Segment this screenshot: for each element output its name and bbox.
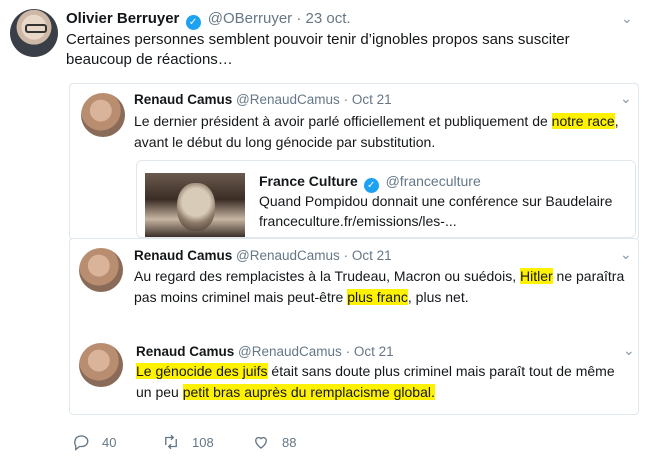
quoted-avatar[interactable] xyxy=(79,248,123,292)
quoted-text-line: avant le début du long génocide par subs… xyxy=(134,134,436,150)
quoted-text-part: Au regard des remplacistes à la Trudeau,… xyxy=(134,268,520,284)
highlighted-text: petit bras auprès du remplacisme global. xyxy=(182,384,435,400)
author-avatar[interactable] xyxy=(10,9,58,57)
reply-button[interactable]: 40 xyxy=(72,432,116,454)
author-name[interactable]: Olivier Berruyer xyxy=(66,10,179,27)
tweet-text-line: beaucoup de réactions… xyxy=(66,51,233,68)
link-card[interactable]: France Culture ✓ @franceculture Quand Po… xyxy=(136,160,636,238)
quoted-header: Renaud Camus @RenaudCamus · Oct 21 xyxy=(136,344,394,359)
quoted-date[interactable]: Oct 21 xyxy=(354,344,394,359)
like-button[interactable]: 88 xyxy=(252,432,296,454)
highlighted-text: notre race xyxy=(551,113,615,129)
quoted-text-part: , xyxy=(614,113,619,129)
author-handle[interactable]: @OBerruyer xyxy=(208,10,292,27)
retweet-count: 108 xyxy=(192,435,214,450)
reply-count: 40 xyxy=(102,435,117,450)
quoted-text-part: ne paraîtra xyxy=(552,268,625,284)
quoted-name[interactable]: Renaud Camus xyxy=(136,344,234,359)
quoted-text: Le génocide des juifs était sans doute p… xyxy=(136,361,636,403)
chevron-down-icon[interactable]: ⌄ xyxy=(620,246,632,263)
link-card-image xyxy=(145,173,245,237)
like-icon xyxy=(252,433,270,451)
quoted-text: Au regard des remplacistes à la Trudeau,… xyxy=(134,266,634,308)
like-count: 88 xyxy=(282,435,297,450)
quoted-tweets-group: Renaud Camus @RenaudCamus · Oct 21 ⌄ Au … xyxy=(69,238,639,415)
quoted-text-part: , plus net. xyxy=(407,289,469,305)
tweet-date[interactable]: 23 oct. xyxy=(306,10,351,27)
highlighted-text: Le génocide des juifs xyxy=(136,363,268,379)
quoted-text-part: un peu xyxy=(136,384,183,400)
tweet-text: Certaines personnes semblent pouvoir ten… xyxy=(66,30,586,70)
link-card-title: Quand Pompidou donnait une conférence su… xyxy=(259,193,613,209)
tweet-header: Olivier Berruyer ✓ @OBerruyer · 23 oct. xyxy=(66,9,351,30)
retweet-icon xyxy=(162,433,180,451)
link-card-name: France Culture xyxy=(259,173,358,189)
quoted-avatar[interactable] xyxy=(81,93,125,137)
highlighted-text: plus franc xyxy=(347,289,408,305)
quoted-header: Renaud Camus @RenaudCamus · Oct 21 xyxy=(134,92,392,107)
quoted-name[interactable]: Renaud Camus xyxy=(134,248,232,263)
verified-badge-icon: ✓ xyxy=(185,15,201,30)
link-card-url: franceculture.fr/emissions/les-... xyxy=(259,213,457,229)
chevron-down-icon[interactable]: ⌄ xyxy=(620,90,632,107)
quoted-text-part: pas moins criminel mais peut-être xyxy=(134,289,348,305)
tweet-text-line: Certaines personnes semblent pouvoir ten… xyxy=(66,31,570,48)
tweet: Olivier Berruyer ✓ @OBerruyer · 23 oct. … xyxy=(0,0,646,460)
quoted-date[interactable]: Oct 21 xyxy=(352,92,392,107)
quoted-text-part: était sans doute plus criminel mais para… xyxy=(267,363,615,379)
quoted-text: Le dernier président à avoir parlé offic… xyxy=(134,111,634,153)
chevron-down-icon[interactable]: ⌄ xyxy=(623,342,635,359)
quoted-name[interactable]: Renaud Camus xyxy=(134,92,232,107)
quoted-avatar[interactable] xyxy=(79,343,123,387)
quoted-header: Renaud Camus @RenaudCamus · Oct 21 xyxy=(134,248,392,263)
highlighted-text: Hitler xyxy=(519,268,553,284)
reply-icon xyxy=(72,433,90,451)
quoted-text-part: Le dernier président à avoir parlé offic… xyxy=(134,113,552,129)
chevron-down-icon[interactable]: ⌄ xyxy=(621,10,633,27)
retweet-button[interactable]: 108 xyxy=(162,432,214,454)
link-card-handle: @franceculture xyxy=(385,173,481,189)
quoted-date[interactable]: Oct 21 xyxy=(352,248,392,263)
quoted-handle[interactable]: @RenaudCamus xyxy=(236,92,340,107)
quoted-handle[interactable]: @RenaudCamus xyxy=(238,344,342,359)
quoted-handle[interactable]: @RenaudCamus xyxy=(236,248,340,263)
link-card-header: France Culture ✓ @franceculture xyxy=(259,171,481,193)
separator: · xyxy=(296,10,302,27)
